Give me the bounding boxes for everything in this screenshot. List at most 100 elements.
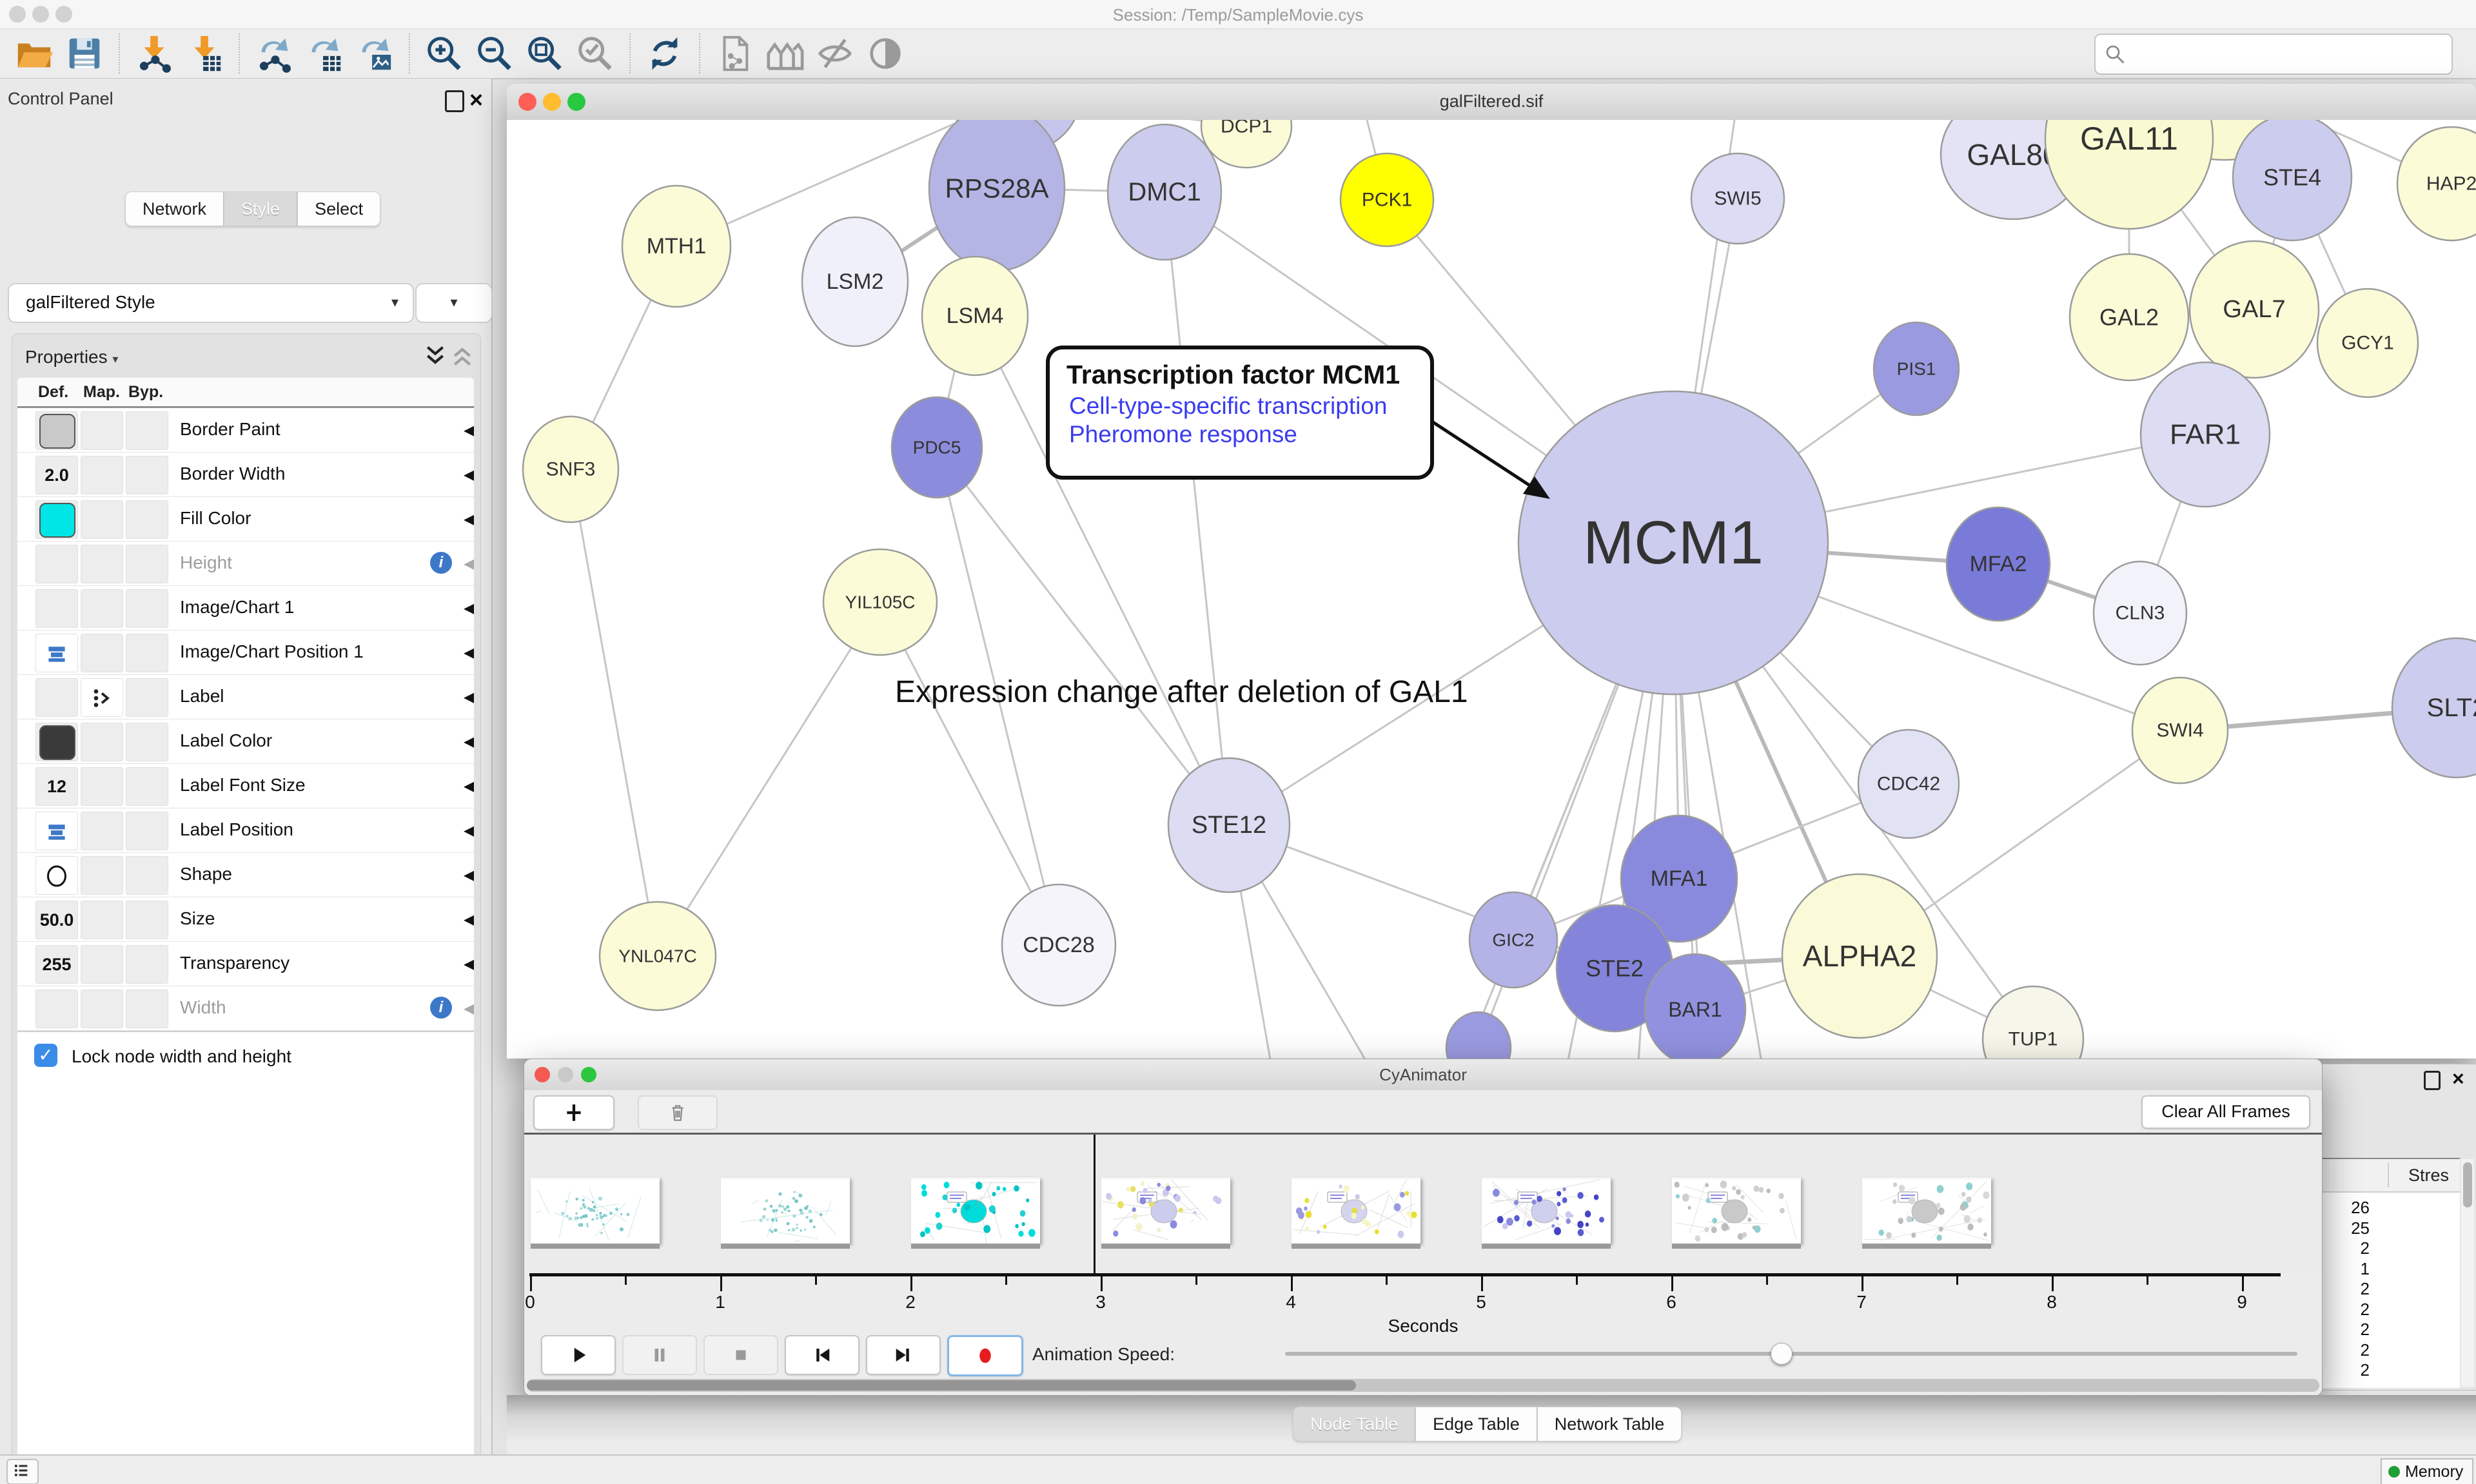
- bypass-cell[interactable]: [126, 456, 168, 494]
- info-icon[interactable]: i: [430, 997, 452, 1019]
- annotation-link-1[interactable]: Cell-type-specific transcription: [1069, 393, 1430, 420]
- mapping-cell[interactable]: [81, 990, 123, 1028]
- tab-edge-table[interactable]: Edge Table: [1415, 1407, 1537, 1441]
- mapping-cell[interactable]: [81, 634, 123, 672]
- default-value-cell[interactable]: [35, 411, 78, 450]
- tab-select[interactable]: Select: [297, 191, 380, 226]
- bypass-cell[interactable]: [126, 545, 168, 583]
- search-input[interactable]: [2094, 34, 2453, 75]
- property-row-label-color[interactable]: Label Color◀: [17, 719, 474, 764]
- node-STE12[interactable]: STE12: [1168, 758, 1290, 892]
- expand-property-icon[interactable]: ◀: [464, 688, 474, 707]
- property-row-width[interactable]: Widthi◀: [17, 986, 474, 1031]
- node-STE4[interactable]: STE4: [2233, 120, 2352, 240]
- network-edge[interactable]: [571, 469, 658, 956]
- task-history-button[interactable]: [6, 1459, 39, 1484]
- mapping-cell[interactable]: [81, 812, 123, 850]
- expand-property-icon[interactable]: ◀: [464, 554, 474, 573]
- default-value-cell[interactable]: [35, 589, 78, 628]
- node-SNF3[interactable]: SNF3: [523, 416, 618, 522]
- play-button[interactable]: [541, 1335, 616, 1375]
- node-GAL11[interactable]: GAL11: [2045, 120, 2213, 229]
- expand-property-icon[interactable]: ◀: [464, 421, 474, 440]
- checkbox-checked-icon[interactable]: ✓: [34, 1044, 57, 1067]
- node-GAL7[interactable]: GAL7: [2190, 241, 2319, 378]
- node-MCM1[interactable]: MCM1: [1518, 391, 1828, 694]
- stop-button[interactable]: [703, 1335, 778, 1375]
- mapping-cell[interactable]: [81, 767, 123, 806]
- mapping-cell[interactable]: [81, 678, 123, 717]
- zoom-selected-icon[interactable]: [575, 34, 615, 73]
- tab-node-table[interactable]: Node Table: [1293, 1407, 1415, 1441]
- node-PCK1[interactable]: PCK1: [1341, 153, 1433, 246]
- delete-frame-button[interactable]: [638, 1095, 718, 1130]
- node-SLT2[interactable]: SLT2: [2392, 638, 2476, 777]
- property-row-image-chart-1[interactable]: Image/Chart 1◀: [17, 586, 474, 630]
- frame-thumbnail-0[interactable]: [531, 1177, 660, 1244]
- export-network-icon[interactable]: [254, 34, 294, 73]
- annotation-link-2[interactable]: Pheromone response: [1069, 421, 1430, 448]
- animation-speed-handle[interactable]: [1771, 1343, 1793, 1365]
- node-GIC2[interactable]: GIC2: [1469, 892, 1557, 988]
- node-YNL047C[interactable]: YNL047C: [600, 902, 716, 1010]
- network-file-icon[interactable]: [714, 34, 754, 73]
- bypass-cell[interactable]: [126, 678, 168, 717]
- bypass-cell[interactable]: [126, 990, 168, 1028]
- frame-thumbnail-5[interactable]: [1482, 1177, 1611, 1244]
- network-edge[interactable]: [1164, 192, 1229, 825]
- bypass-cell[interactable]: [126, 901, 168, 939]
- import-network-icon[interactable]: [134, 34, 174, 73]
- expand-property-icon[interactable]: ◀: [464, 955, 474, 973]
- network-edge[interactable]: [937, 447, 1229, 825]
- timeline-playhead[interactable]: [1094, 1135, 1096, 1273]
- expand-property-icon[interactable]: ◀: [464, 999, 474, 1018]
- collapse-all-icon[interactable]: [449, 343, 475, 369]
- bypass-cell[interactable]: [126, 634, 168, 672]
- node-MTH1[interactable]: MTH1: [622, 186, 731, 307]
- zoom-in-icon[interactable]: [424, 34, 464, 73]
- default-value-cell[interactable]: [35, 500, 78, 539]
- node-SWI5[interactable]: SWI5: [1691, 153, 1784, 244]
- default-value-cell[interactable]: [35, 545, 78, 583]
- node-MFA2[interactable]: MFA2: [1947, 507, 2050, 621]
- mapping-cell[interactable]: [81, 545, 123, 583]
- style-selector[interactable]: galFiltered Style ▾: [8, 283, 414, 323]
- pause-button[interactable]: [622, 1335, 697, 1375]
- expand-property-icon[interactable]: ◀: [464, 732, 474, 751]
- show-panel-icon[interactable]: [865, 34, 905, 73]
- node-BAR1[interactable]: BAR1: [1645, 954, 1745, 1059]
- mapping-cell[interactable]: [81, 945, 123, 984]
- mapping-cell[interactable]: [81, 589, 123, 628]
- network-canvas[interactable]: DCP1RPS28ADMC1PCK1SWI5GAL80GAL11STE4HAP2…: [507, 120, 2476, 1059]
- table-panel-close-icon[interactable]: ×: [2452, 1067, 2464, 1091]
- expand-property-icon[interactable]: ◀: [464, 777, 474, 796]
- bypass-cell[interactable]: [126, 945, 168, 984]
- tab-network[interactable]: Network: [125, 191, 224, 226]
- mapping-cell[interactable]: [81, 901, 123, 939]
- default-value-cell[interactable]: [35, 634, 78, 672]
- export-table-icon[interactable]: [304, 34, 344, 73]
- cyanimator-titlebar[interactable]: CyAnimator: [524, 1059, 2322, 1091]
- frame-thumbnail-4[interactable]: [1292, 1177, 1420, 1244]
- node-CLN3[interactable]: CLN3: [2094, 561, 2186, 665]
- default-value-cell[interactable]: [35, 990, 78, 1028]
- expand-property-icon[interactable]: ◀: [464, 643, 474, 662]
- overview-icon[interactable]: [765, 34, 805, 73]
- property-row-shape[interactable]: Shape◀: [17, 853, 474, 897]
- mapping-cell[interactable]: [81, 500, 123, 539]
- expand-property-icon[interactable]: ◀: [464, 910, 474, 929]
- node-DMC1[interactable]: DMC1: [1108, 124, 1221, 260]
- property-row-image-chart-position-1[interactable]: Image/Chart Position 1◀: [17, 630, 474, 675]
- prev-button[interactable]: [785, 1335, 860, 1375]
- mapping-cell[interactable]: [81, 723, 123, 761]
- network-window-titlebar[interactable]: galFiltered.sif: [507, 84, 2476, 121]
- property-row-fill-color[interactable]: Fill Color◀: [17, 497, 474, 542]
- bypass-cell[interactable]: [126, 856, 168, 895]
- node-LSM4[interactable]: LSM4: [922, 257, 1028, 375]
- node-SWI4[interactable]: SWI4: [2132, 678, 2228, 783]
- node-ALPHA2[interactable]: ALPHA2: [1782, 874, 1937, 1038]
- default-value-cell[interactable]: 2.0: [35, 456, 78, 494]
- control-panel-close-icon[interactable]: ×: [469, 86, 483, 113]
- property-row-height[interactable]: Heighti◀: [17, 542, 474, 586]
- style-options-button[interactable]: ▾: [415, 283, 493, 323]
